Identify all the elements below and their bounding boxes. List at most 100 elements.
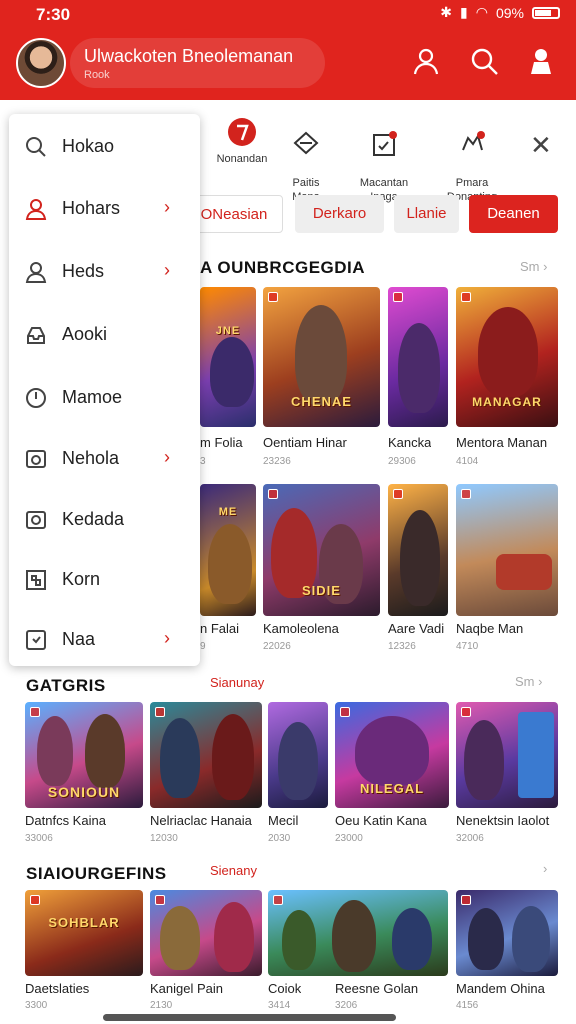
game-count: 23236 bbox=[263, 456, 291, 467]
drawer-item[interactable]: Heds › bbox=[9, 247, 200, 297]
drawer-item[interactable]: Korn bbox=[9, 555, 200, 605]
game-art-text: NILEGAL bbox=[359, 781, 425, 796]
game-count: 33006 bbox=[25, 833, 53, 844]
game-title: Kanigel Pain bbox=[150, 981, 223, 996]
game-card[interactable]: SONIOUN bbox=[25, 702, 143, 808]
game-count: 12326 bbox=[388, 641, 416, 652]
profile-pill[interactable]: Ulwackoten Bneolemanan Rook bbox=[70, 38, 325, 88]
profile-name: Ulwackoten Bneolemanan bbox=[84, 46, 294, 66]
badge-icon bbox=[155, 895, 165, 905]
game-card[interactable]: NILEGAL bbox=[335, 702, 449, 808]
game-card[interactable] bbox=[456, 702, 558, 808]
game-card[interactable] bbox=[388, 287, 448, 427]
person-icon bbox=[25, 262, 47, 283]
badge-icon bbox=[393, 489, 403, 499]
status-icons: ✱ ▮ ◠ 09% bbox=[440, 4, 560, 21]
game-art-text: SIDIE bbox=[302, 583, 341, 598]
clock-icon bbox=[26, 388, 46, 408]
game-card[interactable] bbox=[388, 484, 448, 616]
see-more-icon[interactable]: › bbox=[543, 861, 547, 876]
game-card[interactable] bbox=[268, 702, 328, 808]
game-title: n Falai bbox=[200, 621, 240, 636]
drawer-item[interactable]: Kedada bbox=[9, 495, 200, 545]
drawer-item-label: Mamoe bbox=[62, 387, 123, 407]
game-title: Aare Vadi bbox=[388, 621, 445, 636]
filter-chip[interactable]: Derkaro bbox=[295, 195, 384, 233]
drawer-item[interactable]: Mamoe bbox=[9, 373, 200, 423]
game-count: 32006 bbox=[456, 833, 484, 844]
see-more-link[interactable]: Sm › bbox=[520, 259, 547, 274]
game-count: 12030 bbox=[150, 833, 178, 844]
game-card[interactable]: MANAGAR bbox=[456, 287, 558, 427]
badge-icon bbox=[30, 895, 40, 905]
drawer-item[interactable]: Nehola › bbox=[9, 434, 200, 484]
game-count: 4710 bbox=[456, 641, 479, 652]
see-more-link[interactable]: Sm › bbox=[515, 674, 542, 689]
game-count: 3 bbox=[200, 456, 206, 467]
filter-chip-active[interactable]: Deanen bbox=[469, 195, 558, 233]
game-title: Mentora Manan bbox=[456, 435, 548, 450]
game-title: Nelriaclac Hanaia bbox=[150, 813, 252, 828]
game-title: Naqbe Man bbox=[456, 621, 524, 636]
game-card[interactable] bbox=[456, 890, 558, 976]
game-art-text: SOHBLAR bbox=[48, 915, 120, 930]
section-link[interactable]: Sienany bbox=[210, 863, 257, 878]
search-icon bbox=[26, 137, 46, 157]
see-more-label: Sm bbox=[515, 674, 535, 689]
user-icon bbox=[25, 199, 47, 220]
game-count: 2130 bbox=[150, 1000, 173, 1011]
category-item[interactable]: Pmara Donanting bbox=[430, 116, 514, 204]
game-title: Kamoleolena bbox=[263, 621, 339, 636]
status-time: 7:30 bbox=[36, 5, 71, 24]
game-count: 3206 bbox=[335, 1000, 358, 1011]
game-title: Nenektsin Iaolot bbox=[456, 813, 550, 828]
chevron-right-icon: › bbox=[164, 197, 170, 217]
section-link[interactable]: Sianunay bbox=[210, 675, 264, 690]
battery-icon bbox=[532, 6, 560, 19]
profile-card-icon[interactable] bbox=[526, 46, 556, 76]
game-card[interactable]: SIDIE bbox=[263, 484, 380, 616]
drawer-item-label: Hokao bbox=[62, 136, 115, 156]
game-title: m Folia bbox=[200, 435, 243, 450]
badge-icon bbox=[461, 292, 471, 302]
game-count: 3414 bbox=[268, 1000, 291, 1011]
game-art-text: CHENAE bbox=[291, 394, 352, 409]
drawer-item[interactable]: Naa › bbox=[9, 615, 200, 665]
search-icon[interactable] bbox=[469, 46, 499, 76]
game-card[interactable] bbox=[150, 890, 262, 976]
drawer-item-label: Naa bbox=[62, 629, 96, 649]
gamepad-icon bbox=[462, 131, 485, 151]
category-item[interactable]: Macantan Inaga bbox=[342, 116, 426, 204]
category-item[interactable]: Paitis Mana bbox=[264, 116, 348, 204]
drawer-item-label: Aooki bbox=[62, 324, 108, 344]
avatar[interactable] bbox=[16, 38, 66, 88]
game-count: 2030 bbox=[268, 833, 291, 844]
drawer-menu: Hokao Hohars › Heds › Aooki Mamoe Nehola… bbox=[9, 114, 200, 666]
game-card[interactable] bbox=[150, 702, 262, 808]
game-title: Oentiam Hinar bbox=[263, 435, 347, 450]
close-icon[interactable]: ✕ bbox=[530, 130, 552, 161]
game-card[interactable]: ME bbox=[200, 484, 256, 616]
inbox-icon bbox=[27, 327, 45, 344]
game-art-text: SONIOUN bbox=[47, 784, 121, 800]
game-card[interactable]: SOHBLAR bbox=[25, 890, 143, 976]
drawer-item[interactable]: Hokao bbox=[9, 122, 200, 172]
game-card[interactable] bbox=[268, 890, 448, 976]
filter-chip[interactable]: Llanie bbox=[394, 195, 459, 233]
profile-subtitle: Rook bbox=[84, 69, 110, 81]
see-more-label: Sm bbox=[520, 259, 540, 274]
badge-icon bbox=[393, 292, 403, 302]
game-card[interactable] bbox=[456, 484, 558, 616]
fire-icon bbox=[228, 118, 256, 146]
game-card[interactable]: JNE bbox=[200, 287, 256, 427]
drawer-item[interactable]: Aooki bbox=[9, 310, 200, 360]
game-art-text: MANAGAR bbox=[472, 395, 542, 409]
home-indicator[interactable] bbox=[103, 1014, 396, 1021]
game-count: 23000 bbox=[335, 833, 363, 844]
app-header: 7:30 ✱ ▮ ◠ 09% Ulwackoten Bneolemanan Ro… bbox=[0, 0, 576, 100]
category-strip: Nonandan Paitis Mana Macantan Inaga Pmar… bbox=[200, 110, 576, 203]
account-icon[interactable] bbox=[411, 46, 441, 76]
drawer-item[interactable]: Hohars › bbox=[9, 184, 200, 234]
signal-icon: ▮ bbox=[460, 4, 468, 20]
game-card[interactable]: CHENAE bbox=[263, 287, 380, 427]
